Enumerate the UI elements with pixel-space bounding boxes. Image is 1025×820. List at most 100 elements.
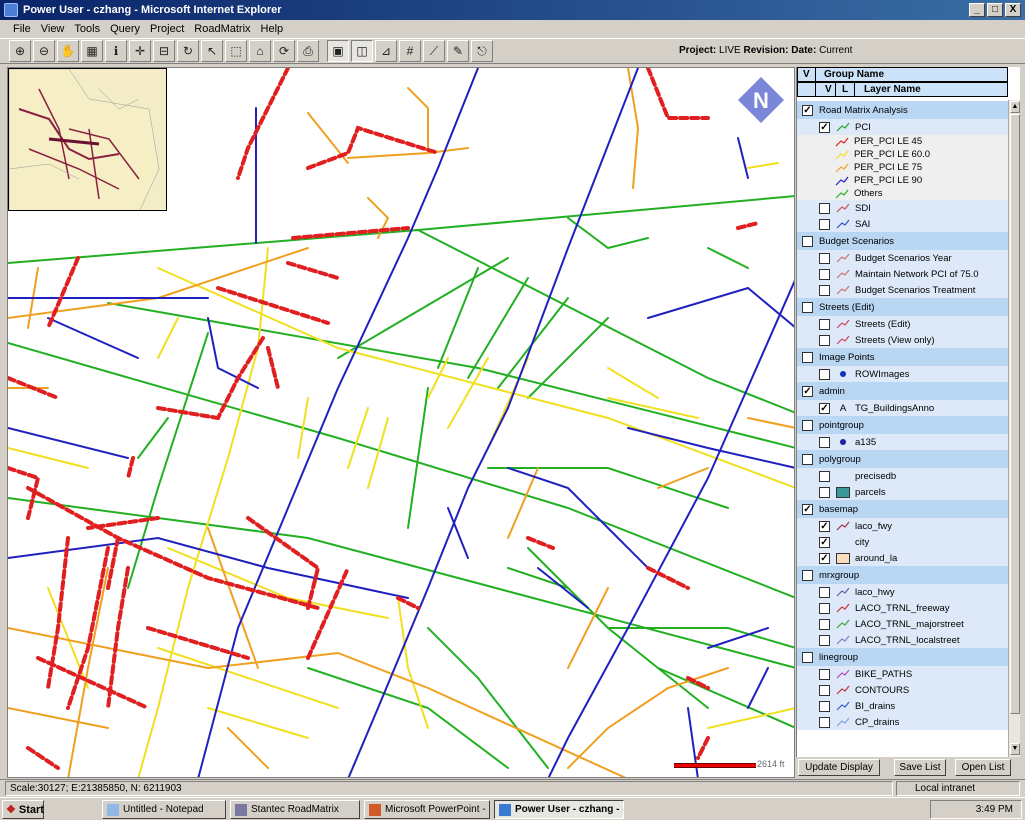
layer-row[interactable]: a135 (797, 434, 1008, 450)
layer-scrollbar[interactable]: ▲ ▼ (1008, 100, 1020, 757)
menu-project[interactable]: Project (145, 23, 189, 35)
close-button[interactable]: X (1005, 3, 1021, 17)
minimize-button[interactable]: _ (969, 3, 985, 17)
group-visibility-checkbox[interactable] (802, 235, 813, 247)
layer-visibility-checkbox[interactable] (819, 668, 830, 680)
edit-icon[interactable]: ✎ (447, 40, 469, 62)
layer-visibility-checkbox[interactable]: ✓ (819, 536, 830, 548)
measure-icon[interactable]: ⊟ (153, 40, 175, 62)
select-box-icon[interactable]: ⬚ (225, 40, 247, 62)
overview-map[interactable] (8, 68, 167, 211)
group-visibility-checkbox[interactable] (802, 651, 813, 663)
layer-group-row[interactable]: mrxgroup (797, 566, 1008, 584)
layer-visibility-checkbox[interactable] (819, 252, 830, 264)
select-icon[interactable]: ↖ (201, 40, 223, 62)
reload-icon[interactable]: ⟳ (273, 40, 295, 62)
layer-visibility-checkbox[interactable] (819, 202, 830, 214)
pdf-icon[interactable]: ⎋ (471, 40, 493, 62)
scroll-thumb[interactable] (1010, 114, 1020, 714)
layer-row[interactable]: LACO_TRNL_majorstreet (797, 616, 1008, 632)
layer-visibility-checkbox[interactable] (819, 700, 830, 712)
layer-row[interactable]: ROWImages (797, 366, 1008, 382)
save-list-button[interactable]: Save List (894, 759, 946, 776)
layer-group-row[interactable]: linegroup (797, 648, 1008, 666)
snap-icon[interactable]: # (399, 40, 421, 62)
group-visibility-checkbox[interactable] (802, 301, 813, 313)
menu-query[interactable]: Query (105, 23, 145, 35)
layer-visibility-checkbox[interactable] (819, 318, 830, 330)
pan-icon[interactable]: ✋ (57, 40, 79, 62)
task-roadmatrix[interactable]: Stantec RoadMatrix (230, 800, 360, 819)
layer-row[interactable]: laco_hwy (797, 584, 1008, 600)
layer-group-row[interactable]: polygroup (797, 450, 1008, 468)
layer-row[interactable]: ✓ laco_fwy (797, 518, 1008, 534)
refresh-icon[interactable]: ↻ (177, 40, 199, 62)
layer-row[interactable]: SAI (797, 216, 1008, 232)
scroll-down-icon[interactable]: ▼ (1010, 743, 1020, 755)
print-icon[interactable]: ⎙ (297, 40, 319, 62)
layer-visibility-checkbox[interactable]: ✓ (819, 552, 830, 564)
layer-group-row[interactable]: Budget Scenarios (797, 232, 1008, 250)
menu-file[interactable]: File (8, 23, 36, 35)
layer-row[interactable]: parcels (797, 484, 1008, 500)
layer-row[interactable]: Maintain Network PCI of 75.0 (797, 266, 1008, 282)
layer-row[interactable]: ✓ around_la (797, 550, 1008, 566)
layer-visibility-checkbox[interactable]: ✓ (819, 520, 830, 532)
update-display-button[interactable]: Update Display (798, 759, 880, 776)
layer-group-row[interactable]: pointgroup (797, 416, 1008, 434)
layer-row[interactable]: LACO_TRNL_localstreet (797, 632, 1008, 648)
layer-row[interactable]: BIKE_PATHS (797, 666, 1008, 682)
menu-view[interactable]: View (36, 23, 70, 35)
group-visibility-checkbox[interactable] (802, 419, 813, 431)
group-visibility-checkbox[interactable]: ✓ (802, 385, 813, 397)
layer-visibility-checkbox[interactable] (819, 602, 830, 614)
zoom-out-icon[interactable]: ⊖ (33, 40, 55, 62)
layer-row[interactable]: CP_drains (797, 714, 1008, 730)
layer-visibility-checkbox[interactable] (819, 218, 830, 230)
layer-row[interactable]: Budget Scenarios Treatment (797, 282, 1008, 298)
group-visibility-checkbox[interactable]: ✓ (802, 503, 813, 515)
layer-group-row[interactable]: ✓ Road Matrix Analysis (797, 101, 1008, 119)
layer-visibility-checkbox[interactable] (819, 618, 830, 630)
layer-row[interactable]: Streets (View only) (797, 332, 1008, 348)
layer-row[interactable]: LACO_TRNL_freeway (797, 600, 1008, 616)
scroll-up-icon[interactable]: ▲ (1010, 101, 1020, 113)
layer-visibility-checkbox[interactable] (819, 634, 830, 646)
layer-visibility-checkbox[interactable] (819, 436, 830, 448)
layer-group-row[interactable]: Image Points (797, 348, 1008, 366)
layer-row[interactable]: BI_drains (797, 698, 1008, 714)
layer-visibility-checkbox[interactable] (819, 716, 830, 728)
layer-group-row[interactable]: ✓ basemap (797, 500, 1008, 518)
layer-visibility-checkbox[interactable] (819, 684, 830, 696)
group-visibility-checkbox[interactable] (802, 351, 813, 363)
layer-visibility-checkbox[interactable] (819, 284, 830, 296)
layer-visibility-checkbox[interactable]: ✓ (819, 402, 830, 414)
layer-row[interactable]: Budget Scenarios Year (797, 250, 1008, 266)
layer-row[interactable]: ✓ city (797, 534, 1008, 550)
task-powerpoint[interactable]: Microsoft PowerPoint - [... (364, 800, 490, 819)
grid-snap-icon[interactable]: ⊿ (375, 40, 397, 62)
menu-roadmatrix[interactable]: RoadMatrix (189, 23, 255, 35)
layer-row[interactable]: Streets (Edit) (797, 316, 1008, 332)
group-visibility-checkbox[interactable]: ✓ (802, 104, 813, 116)
identify-icon[interactable]: ℹ (105, 40, 127, 62)
layer-visibility-checkbox[interactable] (819, 486, 830, 498)
layer-row[interactable]: ✓ PCI (797, 119, 1008, 135)
group-visibility-checkbox[interactable] (802, 569, 813, 581)
clear-selection-icon[interactable]: ⌂ (249, 40, 271, 62)
toggle-panel-icon[interactable]: ◫ (351, 40, 373, 62)
layer-row[interactable]: precisedb (797, 468, 1008, 484)
task-power-user[interactable]: Power User - czhang - ... (494, 800, 624, 819)
layer-row[interactable]: SDI (797, 200, 1008, 216)
layer-group-row[interactable]: ✓ admin (797, 382, 1008, 400)
group-visibility-checkbox[interactable] (802, 453, 813, 465)
layer-group-row[interactable]: Streets (Edit) (797, 298, 1008, 316)
task-notepad[interactable]: Untitled - Notepad (102, 800, 226, 819)
split-icon[interactable]: ⟋ (423, 40, 445, 62)
layer-row[interactable]: ✓ A TG_BuildingsAnno (797, 400, 1008, 416)
layer-visibility-checkbox[interactable] (819, 470, 830, 482)
menu-tools[interactable]: Tools (69, 23, 105, 35)
layer-visibility-checkbox[interactable] (819, 586, 830, 598)
start-button[interactable]: ❖ Start (2, 800, 44, 819)
menu-help[interactable]: Help (256, 23, 289, 35)
